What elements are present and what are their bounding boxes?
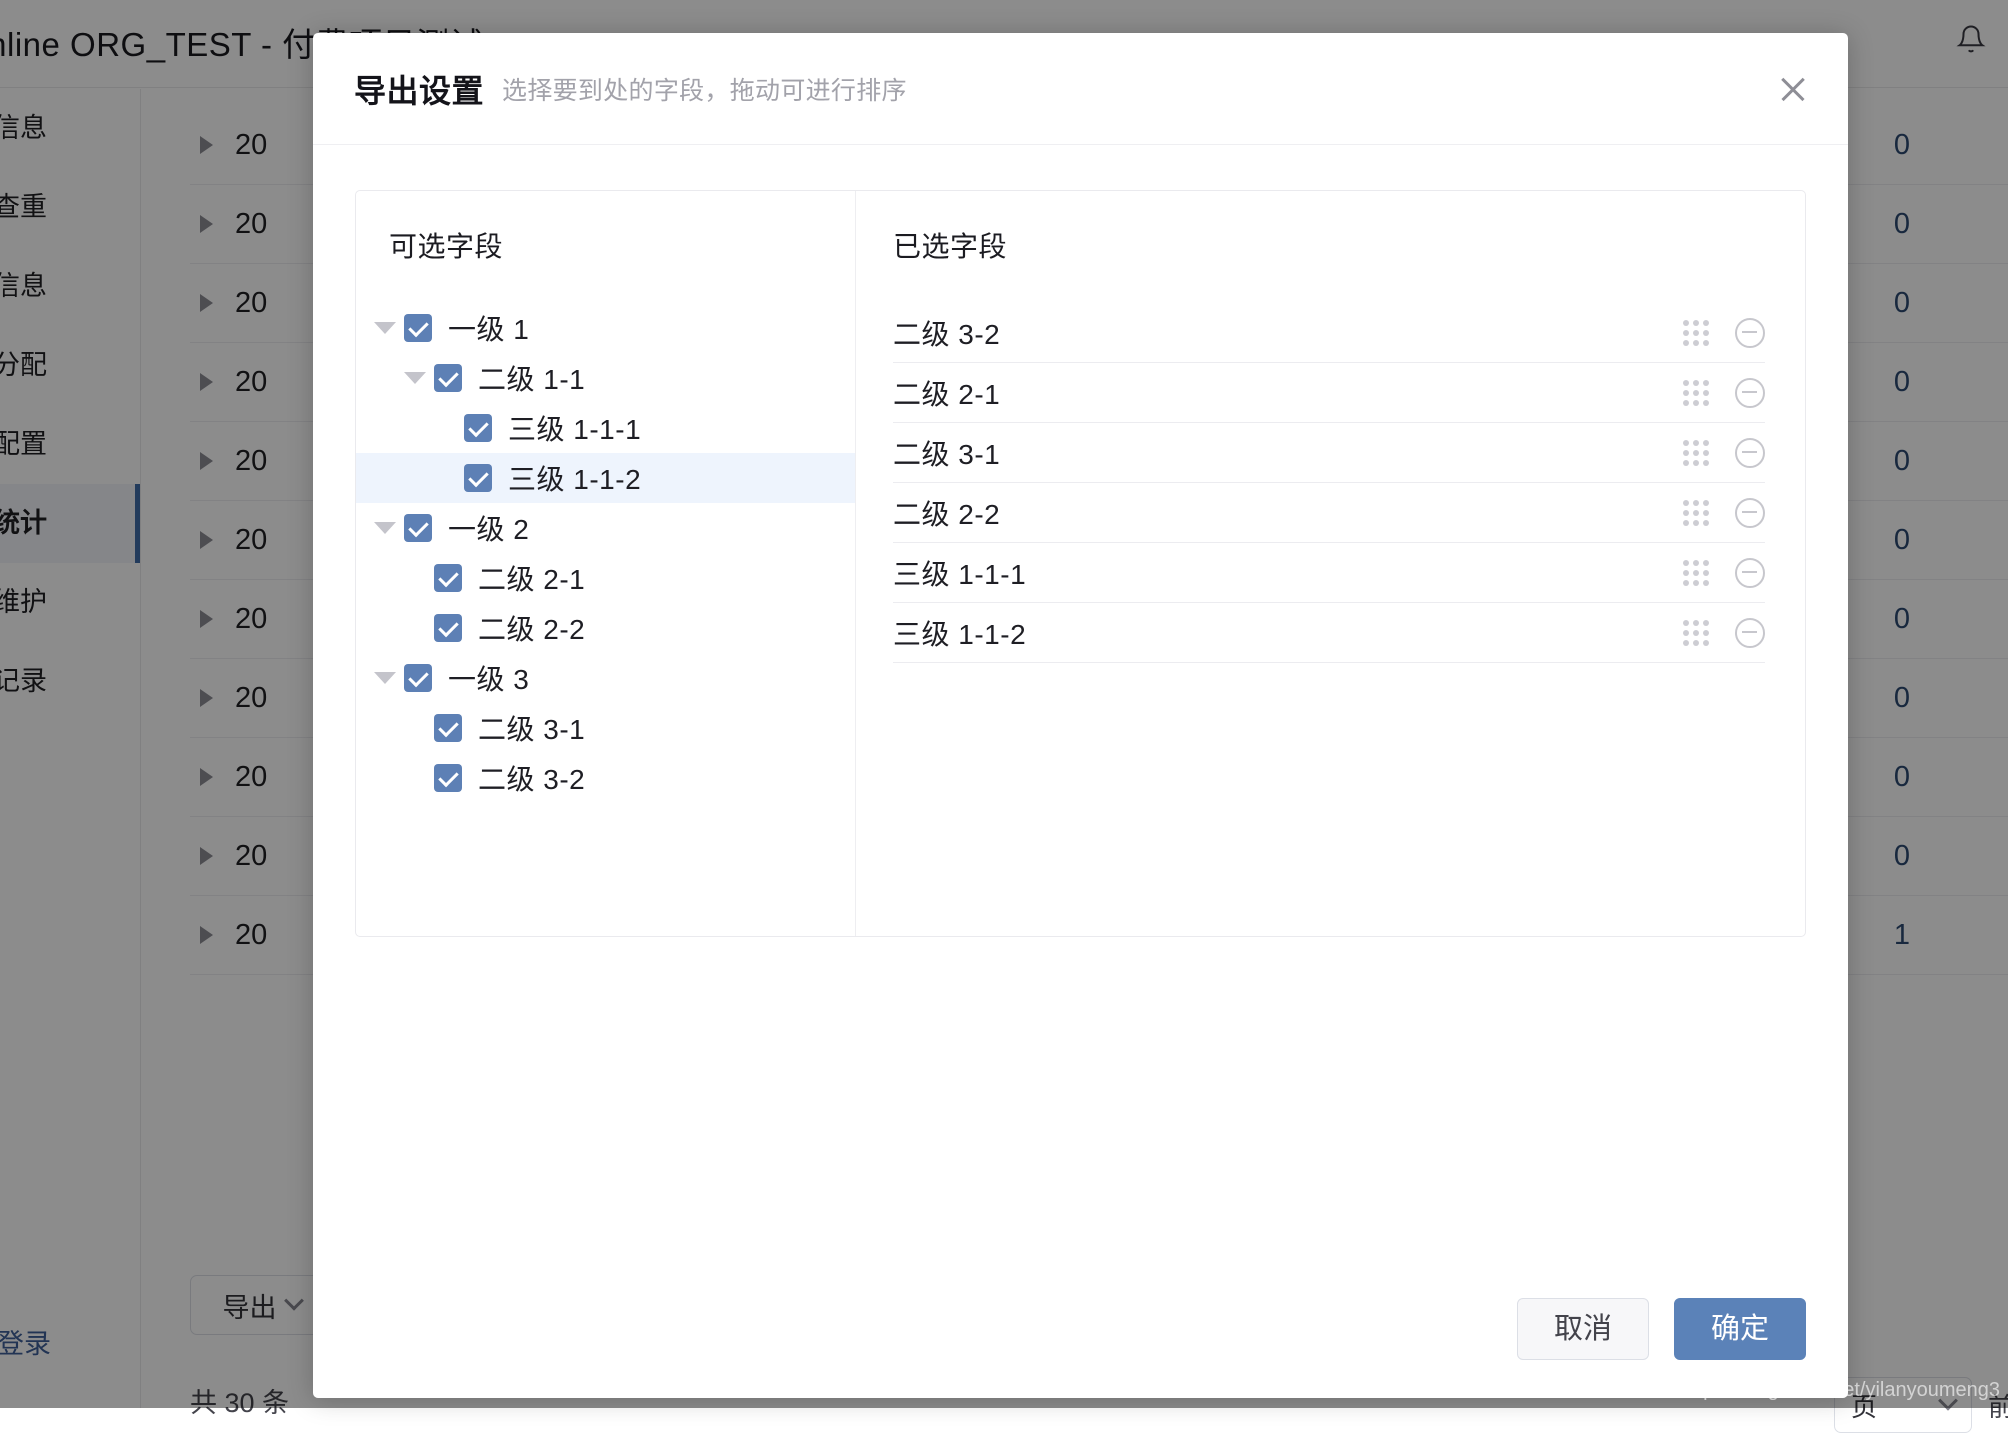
expand-arrow-slot[interactable] — [396, 372, 434, 384]
expand-arrow-slot[interactable] — [366, 522, 404, 534]
close-icon[interactable] — [1776, 72, 1810, 106]
selected-fields-panel: 已选字段 二级 3-2 二级 2-1 二级 3-1 二 — [856, 191, 1805, 936]
tree-node-level2-3-2[interactable]: 二级 3-2 — [356, 753, 855, 803]
tree-node-label: 二级 1-1 — [478, 358, 585, 398]
confirm-button[interactable]: 确定 — [1674, 1298, 1806, 1360]
tree-node-level2-1-1[interactable]: 二级 1-1 — [356, 353, 855, 403]
selected-field-label: 二级 3-2 — [893, 313, 1683, 353]
tree-node-level3-1-1-1[interactable]: 三级 1-1-1 — [356, 403, 855, 453]
dialog-body: 可选字段 一级 1 二级 1-1 三级 1-1-1 — [313, 145, 1848, 1260]
selected-field-label: 二级 2-2 — [893, 493, 1683, 533]
tree-node-label: 三级 1-1-2 — [508, 458, 641, 498]
selected-field-row[interactable]: 三级 1-1-2 — [893, 603, 1765, 663]
selected-field-row[interactable]: 二级 2-1 — [893, 363, 1765, 423]
export-settings-dialog: 导出设置 选择要到处的字段，拖动可进行排序 可选字段 一级 1 二级 1-1 — [313, 33, 1848, 1398]
dialog-footer: 取消 确定 — [313, 1260, 1848, 1398]
tree-checkbox[interactable] — [464, 464, 492, 492]
dialog-title: 导出设置 — [354, 66, 484, 112]
chevron-down-icon[interactable] — [404, 372, 426, 384]
tree-checkbox[interactable] — [464, 414, 492, 442]
tree-node-label: 一级 3 — [448, 658, 529, 698]
tree-checkbox[interactable] — [434, 364, 462, 392]
chevron-down-icon[interactable] — [374, 672, 396, 684]
tree-checkbox[interactable] — [434, 564, 462, 592]
tree-node-level2-3-1[interactable]: 二级 3-1 — [356, 703, 855, 753]
field-panels: 可选字段 一级 1 二级 1-1 三级 1-1-1 — [355, 190, 1806, 937]
selected-field-label: 三级 1-1-1 — [893, 553, 1683, 593]
minus-circle-icon[interactable] — [1735, 498, 1765, 528]
tree-checkbox[interactable] — [404, 514, 432, 542]
drag-handle-icon[interactable] — [1683, 380, 1709, 406]
selected-field-label: 二级 2-1 — [893, 373, 1683, 413]
tree-node-level1-2[interactable]: 一级 2 — [356, 503, 855, 553]
drag-handle-icon[interactable] — [1683, 320, 1709, 346]
dialog-subtitle: 选择要到处的字段，拖动可进行排序 — [502, 71, 907, 107]
tree-checkbox[interactable] — [434, 614, 462, 642]
tree-node-level1-3[interactable]: 一级 3 — [356, 653, 855, 703]
tree-node-label: 二级 3-2 — [478, 758, 585, 798]
drag-handle-icon[interactable] — [1683, 500, 1709, 526]
minus-circle-icon[interactable] — [1735, 378, 1765, 408]
chevron-down-icon[interactable] — [374, 522, 396, 534]
dialog-header: 导出设置 选择要到处的字段，拖动可进行排序 — [313, 33, 1848, 145]
minus-circle-icon[interactable] — [1735, 558, 1765, 588]
available-fields-panel: 可选字段 一级 1 二级 1-1 三级 1-1-1 — [356, 191, 856, 936]
selected-field-row[interactable]: 二级 3-1 — [893, 423, 1765, 483]
tree-node-level2-2-1[interactable]: 二级 2-1 — [356, 553, 855, 603]
selected-field-label: 三级 1-1-2 — [893, 613, 1683, 653]
selected-fields-heading: 已选字段 — [856, 225, 1805, 265]
tree-node-label: 三级 1-1-1 — [508, 408, 641, 448]
selected-field-row[interactable]: 二级 3-2 — [893, 303, 1765, 363]
tree-checkbox[interactable] — [434, 764, 462, 792]
tree-node-label: 一级 2 — [448, 508, 529, 548]
expand-arrow-slot[interactable] — [366, 322, 404, 334]
minus-circle-icon[interactable] — [1735, 438, 1765, 468]
selected-field-label: 二级 3-1 — [893, 433, 1683, 473]
drag-handle-icon[interactable] — [1683, 440, 1709, 466]
drag-handle-icon[interactable] — [1683, 560, 1709, 586]
cancel-button[interactable]: 取消 — [1517, 1298, 1649, 1360]
tree-checkbox[interactable] — [434, 714, 462, 742]
available-fields-heading: 可选字段 — [356, 225, 855, 265]
selected-field-row[interactable]: 二级 2-2 — [893, 483, 1765, 543]
tree-checkbox[interactable] — [404, 664, 432, 692]
tree-checkbox[interactable] — [404, 314, 432, 342]
tree-node-level2-2-2[interactable]: 二级 2-2 — [356, 603, 855, 653]
expand-arrow-slot[interactable] — [366, 672, 404, 684]
tree-node-level1-1[interactable]: 一级 1 — [356, 303, 855, 353]
drag-handle-icon[interactable] — [1683, 620, 1709, 646]
tree-node-label: 一级 1 — [448, 308, 529, 348]
minus-circle-icon[interactable] — [1735, 318, 1765, 348]
selected-field-row[interactable]: 三级 1-1-1 — [893, 543, 1765, 603]
minus-circle-icon[interactable] — [1735, 618, 1765, 648]
tree-node-label: 二级 2-1 — [478, 558, 585, 598]
tree-node-label: 二级 3-1 — [478, 708, 585, 748]
chevron-down-icon[interactable] — [374, 322, 396, 334]
tree-node-label: 二级 2-2 — [478, 608, 585, 648]
tree-node-level3-1-1-2[interactable]: 三级 1-1-2 — [356, 453, 855, 503]
